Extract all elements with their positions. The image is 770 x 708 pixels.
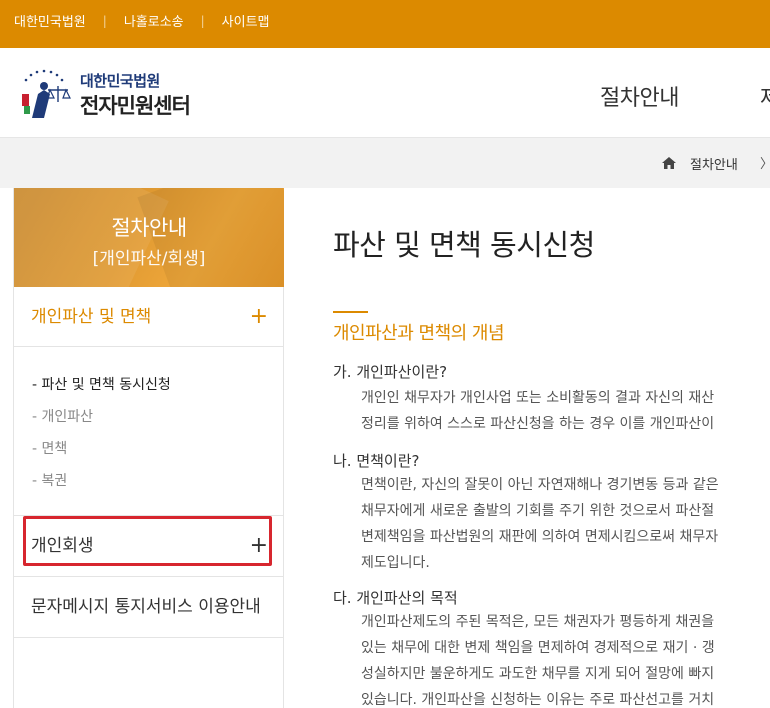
separator: | (200, 13, 205, 28)
sidebar-header: 절차안내 [개인파산/회생] (14, 188, 284, 287)
submenu-item-discharge[interactable]: - 면책 (32, 433, 284, 465)
gnb-next-menu[interactable]: 제 (760, 80, 770, 112)
submenu-item-restoration[interactable]: - 복권 (32, 465, 284, 497)
expand-plus-icon[interactable]: + (250, 287, 268, 347)
main-content: 파산 및 면책 동시신청 개인파산과 면책의 개념 가. 개인파산이란? 개인인… (333, 188, 770, 708)
breadcrumb: 절차안내 〉 (0, 138, 770, 188)
expand-plus-icon[interactable]: + (250, 516, 268, 576)
item-heading: 다. 개인파산의 목적 (333, 589, 458, 607)
menu-group-sms: 문자메시지 통지서비스 이용안내 (14, 577, 284, 638)
separator: | (102, 13, 107, 28)
sidebar-item-label: 개인회생 (31, 536, 94, 556)
item-text: 채무자에게 새로운 출발의 기회를 주기 위한 것으로서 파산절 (361, 503, 715, 519)
menu-group-rehabilitation: 개인회생 + (14, 516, 284, 577)
sidebar-item-personal-rehabilitation[interactable]: 개인회생 + (14, 516, 284, 576)
submenu-item-joint-application[interactable]: - 파산 및 면책 동시신청 (32, 369, 284, 401)
section-title: 개인파산과 면책의 개념 (333, 323, 505, 344)
item-text: 있는 채무에 대한 변제 책임을 면제하여 경제적으로 재기 · 갱 (361, 640, 715, 656)
link-sitemap[interactable]: 사이트맵 (222, 11, 270, 30)
item-text: 있습니다. 개인파산을 신청하는 이유는 주로 파산선고를 거치 (361, 692, 715, 708)
sidebar: 절차안내 [개인파산/회생] 개인파산 및 면책 + - 파산 및 면책 동시신… (13, 188, 284, 708)
item-text: 면책이란, 자신의 잘못이 아닌 자연재해나 경기변동 등과 같은 (361, 477, 719, 493)
link-supreme-court[interactable]: 대한민국법원 (14, 11, 86, 30)
submenu-item-personal-bankruptcy[interactable]: - 개인파산 (32, 401, 284, 433)
sidebar-title: 절차안내 (111, 216, 187, 240)
item-text: 제도입니다. (361, 555, 430, 571)
item-text: 성실하지만 불운하게도 과도한 채무를 지게 되어 절망에 빠지 (361, 666, 715, 682)
item-text: 개인인 채무자가 개인사업 또는 소비활동의 결과 자신의 재산 (361, 390, 715, 406)
utility-links: 대한민국법원 | 나홀로소송 | 사이트맵 (14, 11, 270, 31)
item-text: 변제책임을 파산법원의 재판에 의하여 면제시킴으로써 채무자 (361, 529, 719, 545)
top-utility-bar: 대한민국법원 | 나홀로소송 | 사이트맵 (0, 0, 770, 48)
breadcrumb-arrow-icon: 〉 (760, 153, 770, 172)
item-text: 정리를 위하여 스스로 파산신청을 하는 경우 이를 개인파산이 (361, 416, 715, 432)
logo-org-name: 대한민국법원 (80, 72, 160, 90)
item-heading: 나. 면책이란? (333, 452, 420, 470)
item-text: 개인파산제도의 주된 목적은, 모든 채권자가 평등하게 채권을 (361, 614, 715, 630)
sidebar-item-bankruptcy-discharge[interactable]: 개인파산 및 면책 + (14, 287, 284, 347)
page-title: 파산 및 면책 동시신청 (333, 228, 595, 262)
sidebar-item-label: 개인파산 및 면책 (31, 307, 152, 327)
site-logo[interactable]: 대한민국법원 전자민원센터 (14, 66, 214, 122)
logo-site-name: 전자민원센터 (80, 94, 191, 118)
item-heading: 가. 개인파산이란? (333, 363, 448, 381)
sidebar-subtitle: [개인파산/회생] (92, 249, 206, 269)
court-emblem-icon (22, 69, 71, 118)
menu-group-bankruptcy: 개인파산 및 면책 + - 파산 및 면책 동시신청 - 개인파산 - 면책 -… (14, 287, 284, 516)
submenu: - 파산 및 면책 동시신청 - 개인파산 - 면책 - 복권 (14, 347, 284, 515)
sidebar-item-sms-service[interactable]: 문자메시지 통지서비스 이용안내 (14, 577, 284, 637)
sidebar-item-label: 문자메시지 통지서비스 이용안내 (31, 597, 261, 617)
breadcrumb-item-procedure[interactable]: 절차안내 (690, 154, 738, 173)
title-divider (333, 311, 368, 313)
link-self-litigation[interactable]: 나홀로소송 (124, 11, 184, 30)
home-icon[interactable] (662, 157, 676, 169)
gnb-procedure-guide[interactable]: 절차안내 (600, 80, 679, 112)
